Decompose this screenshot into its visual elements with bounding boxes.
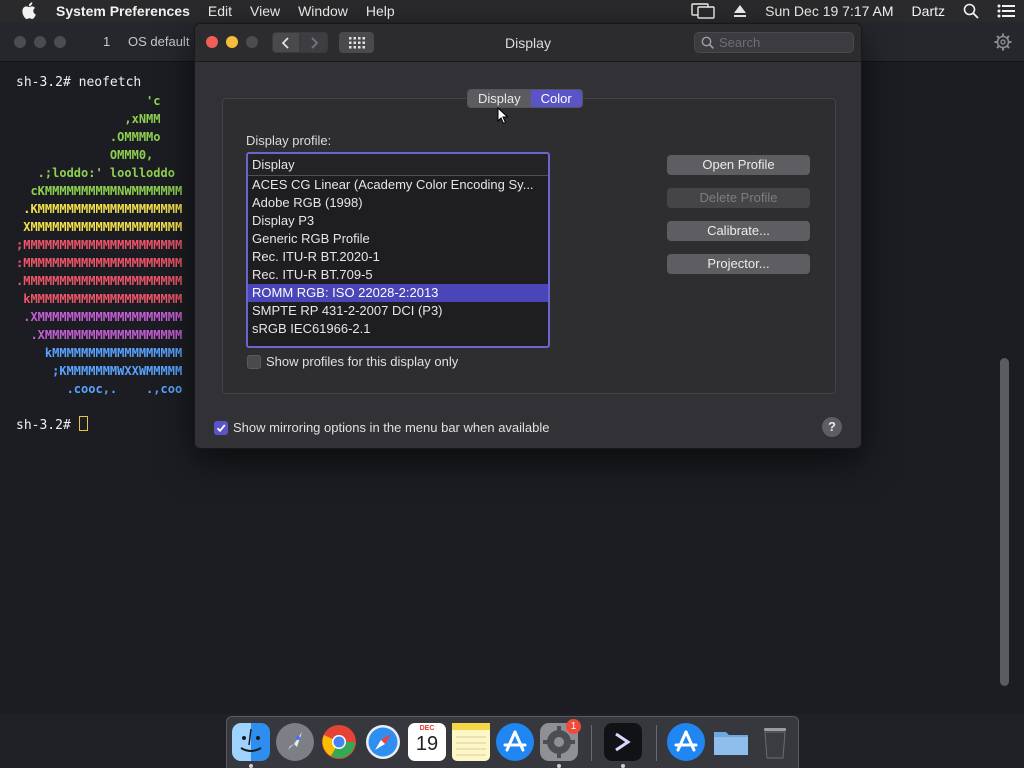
ascii-art-line: .XMMMMMMMMMMMMMMMMMMMM [16,310,183,324]
ascii-art-line: OMMM0, [16,148,154,162]
ascii-art-line: .XMMMMMMMMMMMMMMMMMMM [16,328,183,342]
search-input[interactable] [719,35,844,50]
menu-bar: System Preferences Edit View Window Help… [0,0,1024,22]
ascii-art-line: .;loddo:' loolloddo [16,166,175,180]
ascii-art-line: kMMMMMMMMMMMMMMMMMMMMM [16,292,183,306]
ascii-art-line: .OMMMMo [16,130,161,144]
terminal-prompt-text: sh-3.2# [16,418,79,433]
menu-view[interactable]: View [241,3,289,19]
profile-list-item[interactable]: Adobe RGB (1998) [248,194,548,212]
terminal-close-button[interactable] [14,36,26,48]
calibrate-button[interactable]: Calibrate... [667,221,810,241]
terminal-zoom-button[interactable] [54,36,66,48]
terminal-command-line: sh-3.2# neofetch [16,75,142,90]
dock-separator [591,725,592,761]
profile-list-item[interactable]: ROMM RGB: ISO 22028-2:2013 [248,284,548,302]
terminal-output: sh-3.2# neofetch 'c ,xNMM .OMMMMo OMMM0,… [16,74,182,435]
finder-icon[interactable] [232,723,270,761]
show-profiles-only-checkbox[interactable] [247,354,261,369]
applications-stack-icon[interactable] [667,723,705,761]
ascii-art-line: XMMMMMMMMMMMMMMMMMMMMM [16,220,183,234]
ascii-art-line: 'c [16,94,161,108]
search-icon [701,36,714,49]
mirroring-option-label: Show mirroring options in the menu bar w… [233,420,550,435]
finder-running-dot [249,764,253,768]
show-profiles-only-label: Show profiles for this display only [266,354,459,369]
terminal-tab-number: 1 [103,34,111,49]
display-preferences-window: Display Display Color Display profile: D… [194,23,862,449]
profile-list-item[interactable]: Generic RGB Profile [248,230,548,248]
app-menu[interactable]: System Preferences [56,3,199,19]
folder-icon[interactable] [712,723,750,761]
terminal-tab-title[interactable]: OS default [128,34,189,49]
mouse-pointer-icon [497,106,509,128]
mirroring-checkbox[interactable] [214,420,228,435]
tab-display[interactable]: Display [468,90,531,107]
notes-icon[interactable] [452,723,490,761]
trash-icon[interactable] [756,723,794,761]
apple-menu-icon[interactable] [0,0,56,23]
menu-help[interactable]: Help [357,3,404,19]
profile-list-item[interactable]: Rec. ITU-R BT.2020-1 [248,248,548,266]
terminal-minimize-button[interactable] [34,36,46,48]
menubar-clock[interactable]: Sun Dec 19 7:17 AM [756,3,902,19]
launchpad-icon[interactable] [276,723,314,761]
neofetch-logo: 'c ,xNMM .OMMMMo OMMM0, .;loddo:' loollo… [16,92,182,398]
chrome-icon[interactable] [320,723,358,761]
airplay-display-icon[interactable] [682,3,724,19]
terminal-traffic-lights [14,36,66,48]
list-header[interactable]: Display [248,154,548,176]
ascii-art-line: :MMMMMMMMMMMMMMMMMMMMMM [16,256,183,270]
menu-edit[interactable]: Edit [199,3,241,19]
tab-color[interactable]: Color [530,90,582,107]
eject-icon[interactable] [724,4,756,18]
calendar-icon[interactable]: DEC 19 [408,723,446,761]
show-profiles-only-row[interactable]: Show profiles for this display only [247,354,458,369]
terminal-prompt-line: sh-3.2# [16,416,182,435]
profile-list-item[interactable]: sRGB IEC61966-2.1 [248,320,548,338]
profile-list-item[interactable]: ACES CG Linear (Academy Color Encoding S… [248,176,548,194]
gear-icon[interactable] [994,33,1012,54]
projector-button[interactable]: Projector... [667,254,810,274]
help-button[interactable]: ? [822,417,842,437]
spotlight-search-icon[interactable] [954,3,988,19]
dock: DEC 19 1 [226,716,799,768]
mirroring-option-row[interactable]: Show mirroring options in the menu bar w… [214,420,550,435]
dock-separator-2 [656,725,657,761]
ascii-art-line: .KMMMMMMMMMMMMMMMMMMMM [16,202,183,216]
search-field[interactable] [694,32,854,53]
calendar-month: DEC [419,725,435,732]
delete-profile-button[interactable]: Delete Profile [667,188,810,208]
display-profile-list[interactable]: Display ACES CG Linear (Academy Color En… [246,152,550,348]
terminal-scrollbar[interactable] [1000,358,1009,686]
ascii-art-line: .MMMMMMMMMMMMMMMMMMMMMM [16,274,183,288]
terminal-cursor [78,416,88,431]
terminal-running-dot [621,764,625,768]
display-profile-label: Display profile: [246,133,332,148]
prefs-badge: 1 [566,719,581,734]
safari-icon[interactable] [364,723,402,761]
system-preferences-running-dot [557,764,561,768]
ascii-art-line: .cooc,. .,coo [16,382,183,396]
app-store-icon[interactable] [496,723,534,761]
profile-list-item[interactable]: Rec. ITU-R BT.709-5 [248,266,548,284]
profile-items: ACES CG Linear (Academy Color Encoding S… [248,176,548,338]
ascii-art-line: ;KMMMMMMMWXXWMMMMM [16,364,183,378]
system-preferences-icon[interactable]: 1 [540,719,581,761]
tab-segmented-control: Display Color [467,89,583,108]
menubar-user[interactable]: Dartz [903,3,954,19]
calendar-day: 19 [415,733,439,755]
ascii-art-line: ,xNMM [16,112,161,126]
open-profile-button[interactable]: Open Profile [667,155,810,175]
menu-window[interactable]: Window [289,3,357,19]
notification-center-icon[interactable] [988,4,1024,18]
ascii-art-line: cKMMMMMMMMMMNWMMMMMMM [16,184,183,198]
terminal-app-icon[interactable] [604,723,642,761]
profile-list-item[interactable]: Display P3 [248,212,548,230]
profile-list-item[interactable]: SMPTE RP 431-2-2007 DCI (P3) [248,302,548,320]
checkmark-icon [216,423,226,432]
ascii-art-line: ;MMMMMMMMMMMMMMMMMMMMMM [16,238,183,252]
window-titlebar: Display [195,24,861,62]
ascii-art-line: kMMMMMMMMMMMMMMMMMM [16,346,183,360]
